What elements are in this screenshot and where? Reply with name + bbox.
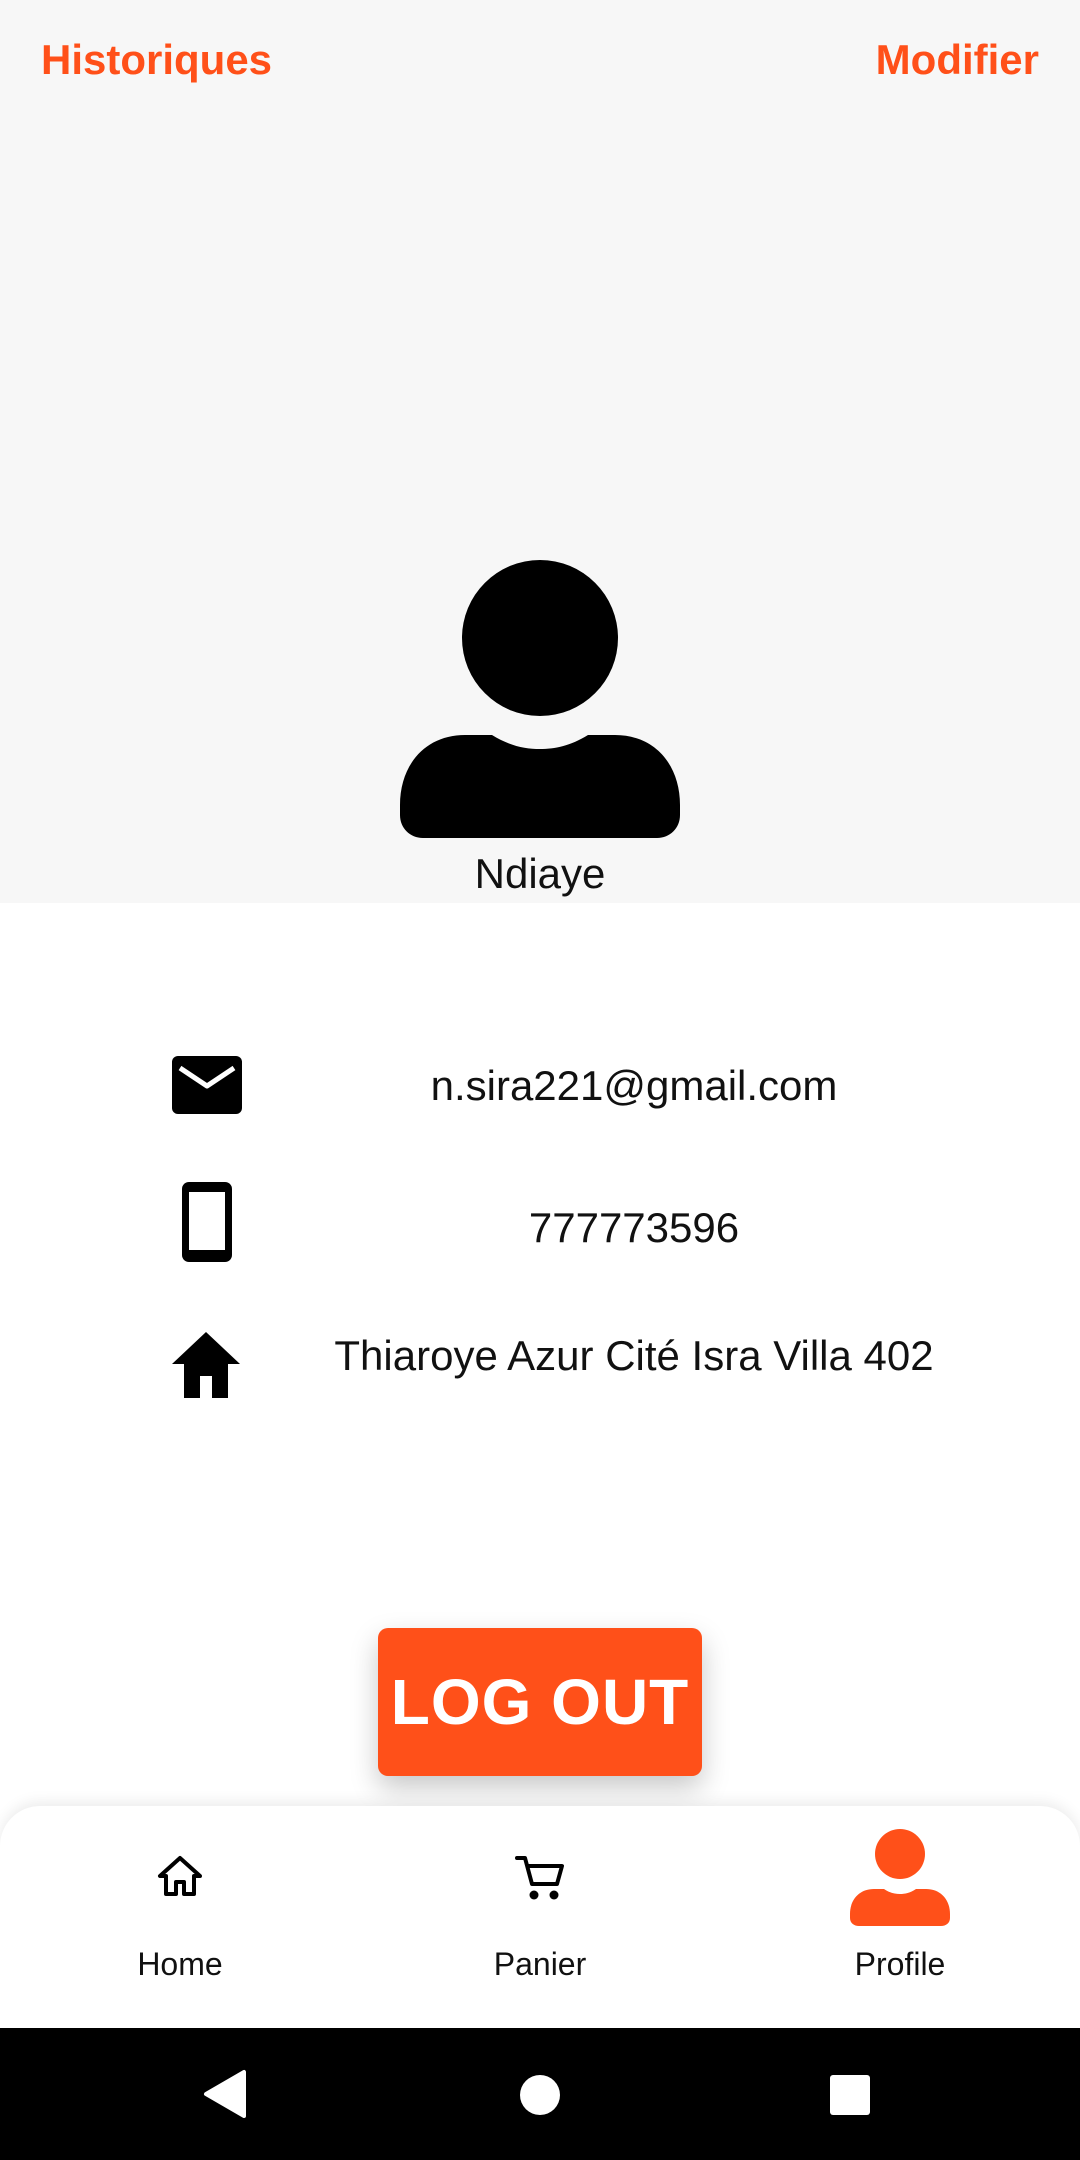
email-row: n.sira221@gmail.com [0, 1036, 1080, 1136]
bottom-nav: Home Panier Profile [0, 1806, 1080, 2028]
edit-link[interactable]: Modifier [876, 36, 1039, 84]
mail-icon [166, 1046, 246, 1126]
user-name: Ndiaye [474, 850, 606, 897]
profile-screen: Historiques Modifier Ndiaye n.sira221@gm… [0, 0, 1080, 2160]
address-value: Thiaroye Azur Cité Isra Villa 402 [334, 1332, 934, 1379]
house-icon [166, 1326, 246, 1406]
nav-item-panier[interactable]: Panier [360, 1806, 720, 2028]
nav-item-profile[interactable]: Profile [720, 1806, 1080, 2028]
back-icon[interactable] [200, 2068, 250, 2120]
avatar-icon [400, 560, 680, 840]
logout-button[interactable]: LOG OUT [378, 1628, 702, 1776]
nav-label-profile: Profile [854, 1946, 946, 1982]
nav-label-home: Home [137, 1946, 223, 1982]
phone-value: 777773596 [528, 1204, 740, 1251]
person-icon [850, 1828, 950, 1928]
home-outline-icon [155, 1852, 205, 1902]
address-row: Thiaroye Azur Cité Isra Villa 402 [0, 1316, 1080, 1446]
recents-square-icon[interactable] [829, 2074, 871, 2116]
nav-label-panier: Panier [493, 1946, 587, 1982]
profile-header: Historiques Modifier Ndiaye [0, 0, 1080, 903]
history-link[interactable]: Historiques [41, 36, 272, 84]
phone-row: 777773596 [0, 1178, 1080, 1278]
cart-icon [514, 1852, 566, 1904]
nav-item-home[interactable]: Home [0, 1806, 360, 2028]
home-circle-icon[interactable] [519, 2074, 561, 2116]
phone-icon [166, 1182, 246, 1262]
email-value: n.sira221@gmail.com [430, 1062, 838, 1109]
system-nav-bar [0, 2028, 1080, 2160]
